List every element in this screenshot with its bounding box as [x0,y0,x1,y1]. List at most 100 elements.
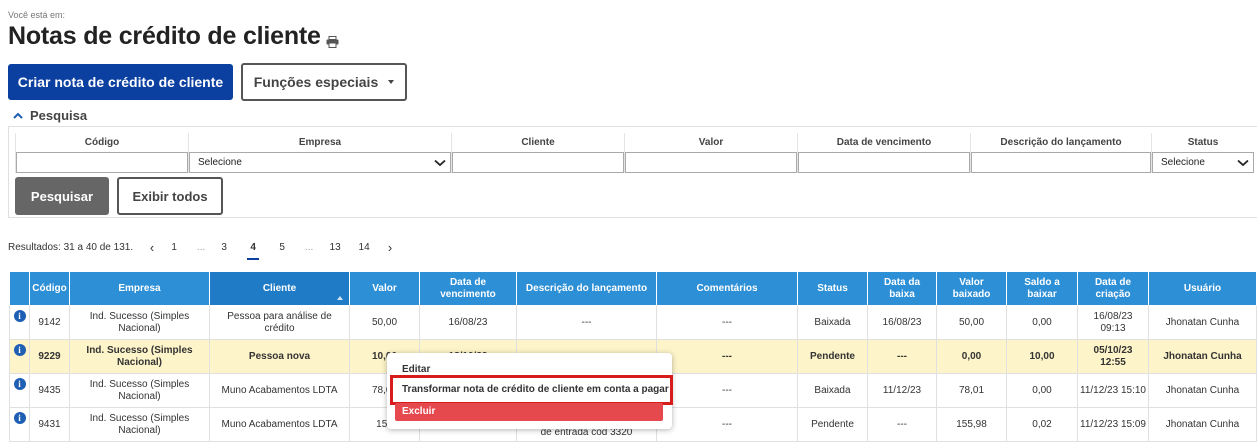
info-cell[interactable]: i [9,305,30,340]
empresa-select[interactable]: Selecione [189,152,451,173]
table-cell: Jhonatan Cunha [1148,305,1257,340]
column-header[interactable]: Data de criação [1077,271,1149,306]
cliente-input[interactable] [452,152,624,173]
table-cell: 50,00 [936,305,1007,340]
page-title: Notas de crédito de cliente [8,22,321,50]
page-ellipsis: ... [304,242,314,253]
table-cell: --- [656,407,798,442]
codigo-input[interactable] [16,152,188,173]
filter-empresa: Empresa Selecione [188,133,451,173]
column-header[interactable]: Comentários [656,271,798,306]
info-cell[interactable]: i [9,339,30,374]
column-header[interactable]: Data de vencimento [419,271,517,306]
chevron-up-icon [13,112,23,119]
filter-descricao: Descrição do lançamento [970,133,1151,173]
info-icon[interactable]: i [13,378,26,390]
page-link[interactable]: 1 [170,242,178,253]
filter-cliente: Cliente [451,133,624,173]
table-cell: 9142 [29,305,70,340]
page-link[interactable]: 13 [328,242,342,253]
table-cell: 16/08/23 [867,305,937,340]
table-cell: Pendente [797,407,868,442]
filter-valor: Valor [624,133,797,173]
filter-label-data-vencimento: Data de vencimento [836,137,932,148]
title-row: Notas de crédito de cliente [8,22,339,51]
info-cell[interactable]: i [9,407,30,442]
table-cell: 9435 [29,373,70,408]
table-cell: Ind. Sucesso (Simples Nacional) [69,339,210,374]
info-icon[interactable]: i [13,310,26,322]
special-functions-label: Funções especiais [253,74,379,90]
table-cell: 78,01 [936,373,1007,408]
table-cell: 11/12/23 15:09 [1077,407,1149,442]
table-row[interactable]: i 9142 Ind. Sucesso (Simples Nacional) P… [9,305,1257,340]
table-cell: 10,00 [1006,339,1078,374]
table-cell: 0,00 [1006,305,1078,340]
table-cell: 05/10/23 12:55 [1077,339,1149,374]
chevron-down-icon [1237,159,1249,166]
search-section-label: Pesquisa [30,108,88,123]
column-header[interactable]: Valor baixado [936,271,1007,306]
table-cell: 16/08/23 09:13 [1077,305,1149,340]
pagination: Resultados: 31 a 40 de 131. ‹ 1 ... 3 4 … [8,240,397,260]
valor-input[interactable] [625,152,797,173]
data-vencimento-input[interactable] [798,152,970,173]
status-select-value: Selecione [1161,157,1205,168]
table-cell: --- [516,305,657,340]
table-cell: 50,00 [349,305,420,340]
table-cell: Jhonatan Cunha [1148,339,1257,374]
descricao-input[interactable] [971,152,1151,173]
empresa-select-value: Selecione [198,157,242,168]
table-cell: Ind. Sucesso (Simples Nacional) [69,407,210,442]
table-cell: --- [867,339,937,374]
info-icon[interactable]: i [13,344,26,356]
print-icon[interactable] [326,35,339,48]
prev-page-button[interactable]: ‹ [145,240,159,255]
search-button[interactable]: Pesquisar [15,177,109,215]
menu-item-edit[interactable]: Editar [402,364,430,375]
show-all-button[interactable]: Exibir todos [117,177,223,215]
column-header[interactable]: Valor [349,271,420,306]
next-page-button[interactable]: › [383,240,397,255]
page-ellipsis: ... [196,242,206,253]
column-header-label: Cliente [262,282,297,294]
page-link[interactable]: 14 [357,242,371,253]
column-header[interactable]: Empresa [69,271,210,306]
filter-grid: Código Empresa Selecione Cliente Valor D… [15,133,1254,173]
table-cell: Jhonatan Cunha [1148,373,1257,408]
filter-data-vencimento: Data de vencimento [797,133,970,173]
table-cell: Jhonatan Cunha [1148,407,1257,442]
menu-item-delete[interactable]: Excluir [395,403,663,421]
table-cell: --- [867,407,937,442]
page-link[interactable]: 5 [278,242,286,253]
table-cell: Baixada [797,373,868,408]
page-link[interactable]: 3 [220,242,228,253]
page-link-current[interactable]: 4 [247,242,260,260]
table-cell: Ind. Sucesso (Simples Nacional) [69,373,210,408]
column-header[interactable]: Status [797,271,868,306]
column-header-sorted[interactable]: Cliente [209,271,350,306]
filter-label-empresa: Empresa [298,137,342,148]
create-credit-note-button[interactable]: Criar nota de crédito de cliente [8,64,233,100]
column-header[interactable]: Data da baixa [867,271,937,306]
table-cell: Ind. Sucesso (Simples Nacional) [69,305,210,340]
table-cell: 155,98 [936,407,1007,442]
search-section-toggle[interactable]: Pesquisa [12,108,87,123]
table-cell: Pessoa para análise de crédito [209,305,350,340]
table-cell: Pessoa nova [209,339,350,374]
table-cell: --- [656,305,798,340]
table-cell: 0,00 [936,339,1007,374]
info-cell[interactable]: i [9,373,30,408]
info-icon[interactable]: i [13,412,26,424]
column-header[interactable]: Saldo a baixar [1006,271,1078,306]
column-header[interactable]: Descrição do lançamento [516,271,657,306]
chevron-down-icon [434,159,446,166]
filter-label-descricao: Descrição do lançamento [1000,137,1122,148]
column-header[interactable]: Código [29,271,70,306]
table-cell: Muno Acabamentos LDTA [209,407,350,442]
results-text: Resultados: 31 a 40 de 131. [8,242,134,253]
special-functions-button[interactable]: Funções especiais [241,63,407,101]
status-select[interactable]: Selecione [1152,152,1254,173]
column-header[interactable]: Usuário [1148,271,1257,306]
column-header [9,271,30,306]
